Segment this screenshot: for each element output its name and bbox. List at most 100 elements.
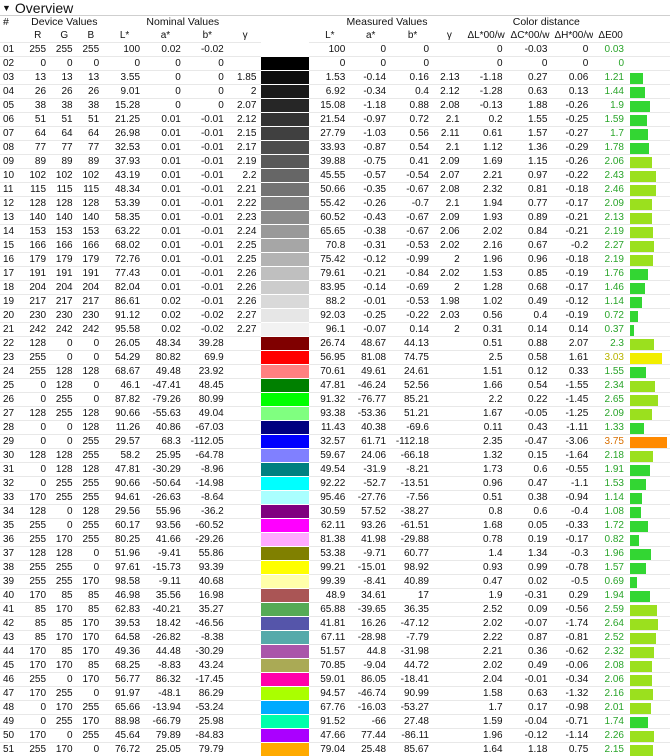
table-row[interactable]: 0764646426.980.01-0.012.1527.79-1.030.56…: [0, 127, 670, 141]
table-row[interactable]: 2712825512890.66-55.6349.0493.38-53.3651…: [0, 407, 670, 421]
nominal-a: -9.41: [145, 547, 186, 561]
measured-a: -46.74: [350, 687, 391, 701]
collapse-triangle-icon[interactable]: ▼: [2, 3, 11, 13]
measured-b: -7.79: [391, 631, 434, 645]
row-index: 17: [0, 267, 25, 281]
device-r: 85: [25, 617, 52, 631]
nominal-b: 16.98: [186, 589, 229, 603]
color-swatch: [261, 407, 309, 421]
table-row[interactable]: 2023023023091.120.02-0.022.2792.03-0.25-…: [0, 309, 670, 323]
table-row[interactable]: 1719119119177.430.01-0.012.2679.61-0.21-…: [0, 267, 670, 281]
table-row[interactable]: 0877777732.530.01-0.012.1733.93-0.870.54…: [0, 141, 670, 155]
table-row[interactable]: 3317025525594.61-26.63-8.6495.46-27.76-7…: [0, 491, 670, 505]
table-row[interactable]: 34128012829.5655.96-36.230.5957.52-38.27…: [0, 505, 670, 519]
color-swatch: [261, 113, 309, 127]
measured-a: 0: [350, 57, 391, 71]
table-row[interactable]: 40170858546.9835.5616.9848.934.61171.9-0…: [0, 589, 670, 603]
delta-e: 0.72: [593, 309, 628, 323]
table-row[interactable]: 46255017056.7786.32-17.4559.0186.05-18.4…: [0, 673, 670, 687]
table-row[interactable]: 48017025565.66-13.94-53.2467.76-16.03-53…: [0, 701, 670, 715]
color-swatch: [261, 211, 309, 225]
table-row[interactable]: 38255255097.61-15.7393.3999.21-15.0198.9…: [0, 561, 670, 575]
table-row[interactable]: 35255025560.1793.56-60.5262.1193.26-61.5…: [0, 519, 670, 533]
table-row[interactable]: 51255170076.7225.0579.7979.0425.4885.671…: [0, 743, 670, 756]
delta-l: 2.04: [465, 673, 508, 687]
table-row[interactable]: 250128046.1-47.4148.4547.81-46.2452.561.…: [0, 379, 670, 393]
table-row[interactable]: 37128128051.96-9.4155.8653.38-9.7160.771…: [0, 547, 670, 561]
delta-e: 2.3: [593, 337, 628, 351]
table-row[interactable]: 1010210210243.190.01-0.012.245.55-0.57-0…: [0, 169, 670, 183]
table-row[interactable]: 42858517039.5318.42-46.5641.8116.26-47.1…: [0, 617, 670, 631]
table-row[interactable]: 042626269.010026.92-0.340.42.12-1.280.63…: [0, 85, 670, 99]
table-row[interactable]: 3925525517098.58-9.1140.6899.39-8.4140.8…: [0, 575, 670, 589]
nominal-a: -9.11: [145, 575, 186, 589]
row-index: 51: [0, 743, 25, 756]
col-g: G: [51, 29, 78, 43]
delta-e-bar-fill: [630, 381, 655, 392]
nominal-gamma: 2.26: [229, 267, 262, 281]
table-row[interactable]: 3625517025580.2541.66-29.2681.3841.98-29…: [0, 533, 670, 547]
measured-gamma: [434, 589, 465, 603]
table-row[interactable]: 441708517049.3644.48-30.2951.5744.8-31.9…: [0, 645, 670, 659]
measured-l: 47.66: [309, 729, 350, 743]
nominal-b: -0.01: [186, 225, 229, 239]
delta-l: 0.2: [465, 113, 508, 127]
table-row[interactable]: 2425512812868.6749.4823.9270.6149.6124.6…: [0, 365, 670, 379]
nominal-gamma: [229, 645, 262, 659]
delta-h: -0.22: [552, 169, 593, 183]
measured-l: 99.21: [309, 561, 350, 575]
table-row[interactable]: 3012812825558.225.95-64.7859.6724.06-66.…: [0, 449, 670, 463]
delta-h: -0.25: [552, 113, 593, 127]
device-b: 230: [78, 309, 105, 323]
table-row[interactable]: 1415315315363.220.01-0.012.2465.65-0.38-…: [0, 225, 670, 239]
table-row[interactable]: 31012812847.81-30.29-8.9649.54-31.9-8.21…: [0, 463, 670, 477]
table-row[interactable]: 020000000000000: [0, 57, 670, 71]
delta-c: 0.6: [508, 505, 553, 519]
measured-a: -0.38: [350, 225, 391, 239]
table-row[interactable]: 012552552551000.02-0.02100000-0.0300.03: [0, 43, 670, 57]
table-row[interactable]: 1314014014058.350.01-0.012.2360.52-0.43-…: [0, 211, 670, 225]
nominal-b: 79.79: [186, 743, 229, 756]
measured-gamma: 2.1: [434, 113, 465, 127]
nominal-l: 62.83: [104, 603, 145, 617]
measured-gamma: 2.1: [434, 141, 465, 155]
table-row[interactable]: 1212812812853.390.01-0.012.2255.42-0.26-…: [0, 197, 670, 211]
table-row[interactable]: 32025525590.66-50.64-14.9892.22-52.7-13.…: [0, 477, 670, 491]
table-row[interactable]: 0538383815.28002.0715.08-1.180.882.08-0.…: [0, 99, 670, 113]
device-r: 0: [25, 715, 52, 729]
table-row[interactable]: 438517017064.58-26.82-8.3867.11-28.98-7.…: [0, 631, 670, 645]
table-row[interactable]: 49025517088.98-66.7925.9891.52-6627.481.…: [0, 715, 670, 729]
measured-b: -66.18: [391, 449, 434, 463]
table-row[interactable]: 1921721721786.610.02-0.012.2688.2-0.01-0…: [0, 295, 670, 309]
device-b: 115: [78, 183, 105, 197]
table-row[interactable]: 031313133.55001.851.53-0.140.162.13-1.18…: [0, 71, 670, 85]
table-row[interactable]: 280012811.2640.86-67.0311.4340.38-69.60.…: [0, 421, 670, 435]
nominal-l: 68.67: [104, 365, 145, 379]
delta-e: 1.7: [593, 127, 628, 141]
table-row[interactable]: 41851708562.83-40.2135.2765.88-39.6536.3…: [0, 603, 670, 617]
measured-a: 77.44: [350, 729, 391, 743]
table-row[interactable]: 221280026.0548.3439.2826.7448.6744.130.5…: [0, 337, 670, 351]
table-row[interactable]: 0989898937.930.01-0.012.1939.88-0.750.41…: [0, 155, 670, 169]
table-row[interactable]: 2124224224295.580.02-0.022.2796.1-0.070.…: [0, 323, 670, 337]
overview-section-header[interactable]: ▼ Overview: [0, 0, 670, 16]
table-row[interactable]: 0651515121.250.01-0.012.1221.54-0.970.72…: [0, 113, 670, 127]
table-row[interactable]: 1516616616668.020.01-0.012.2570.8-0.31-0…: [0, 239, 670, 253]
table-row[interactable]: 1617917917972.760.01-0.012.2575.42-0.12-…: [0, 253, 670, 267]
measured-a: -0.43: [350, 211, 391, 225]
table-row[interactable]: 50170025545.6479.89-84.8347.6677.44-86.1…: [0, 729, 670, 743]
delta-l: 0.78: [465, 533, 508, 547]
table-row[interactable]: 232550054.2980.8269.956.9581.0874.752.50…: [0, 351, 670, 365]
measured-b: -0.84: [391, 267, 434, 281]
table-row[interactable]: 47170255091.97-48.186.2994.57-46.7490.99…: [0, 687, 670, 701]
table-row[interactable]: 451701708568.25-8.8343.2470.85-9.0444.72…: [0, 659, 670, 673]
table-row[interactable]: 260255087.82-79.2680.9991.32-76.7785.212…: [0, 393, 670, 407]
device-b: 170: [78, 715, 105, 729]
color-swatch: [261, 603, 309, 617]
table-row[interactable]: 290025529.5768.3-112.0532.5761.71-112.18…: [0, 435, 670, 449]
nominal-a: 0.01: [145, 141, 186, 155]
measured-b: -47.12: [391, 617, 434, 631]
delta-e-bar: [628, 351, 670, 365]
table-row[interactable]: 1111511511548.340.01-0.012.2150.66-0.35-…: [0, 183, 670, 197]
table-row[interactable]: 1820420420482.040.01-0.012.2683.95-0.14-…: [0, 281, 670, 295]
